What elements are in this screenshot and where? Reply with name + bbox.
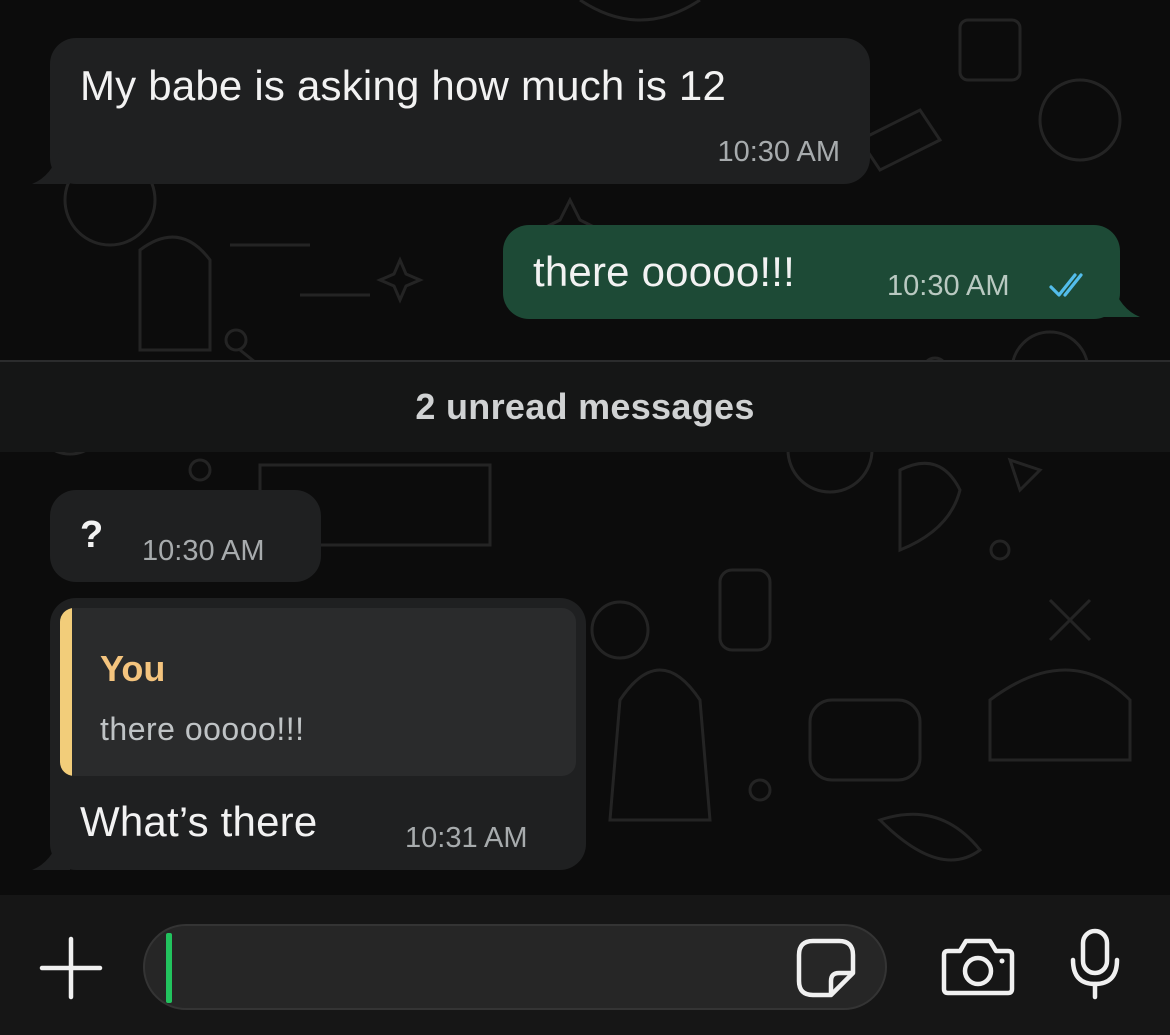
message-bubble-incoming[interactable]: My babe is asking how much is 12 10:30 A…	[50, 38, 870, 184]
message-text: ?	[80, 514, 104, 556]
message-text: My babe is asking how much is 12	[80, 62, 727, 109]
unread-messages-label: 2 unread messages	[415, 386, 755, 427]
sticker-icon[interactable]	[795, 937, 857, 999]
message-input[interactable]	[143, 924, 887, 1010]
quoted-reply[interactable]: You there ooooo!!!	[60, 608, 576, 776]
message-timestamp: 10:31 AM	[405, 822, 528, 854]
unread-messages-divider: 2 unread messages	[0, 360, 1170, 452]
bubble-tail	[1100, 283, 1140, 317]
message-text: What’s there	[80, 798, 318, 845]
bubble-tail	[32, 150, 70, 184]
text-cursor	[166, 933, 172, 1003]
message-bubble-outgoing[interactable]: there ooooo!!! 10:30 AM	[503, 225, 1120, 319]
quoted-text: there ooooo!!!	[100, 711, 305, 747]
message-timestamp: 10:30 AM	[887, 270, 1010, 302]
bubble-tail	[32, 836, 70, 870]
message-timestamp: 10:30 AM	[717, 136, 840, 168]
quote-accent-bar	[60, 608, 72, 776]
read-double-check-icon	[1049, 273, 1083, 297]
camera-icon[interactable]	[940, 937, 1016, 997]
message-text: there ooooo!!!	[533, 248, 795, 295]
message-timestamp: 10:30 AM	[142, 535, 265, 567]
microphone-icon[interactable]	[1068, 928, 1122, 1000]
message-bubble-incoming[interactable]: ? 10:30 AM	[50, 490, 321, 582]
quoted-author: You	[100, 648, 166, 689]
plus-icon[interactable]	[38, 935, 104, 1001]
